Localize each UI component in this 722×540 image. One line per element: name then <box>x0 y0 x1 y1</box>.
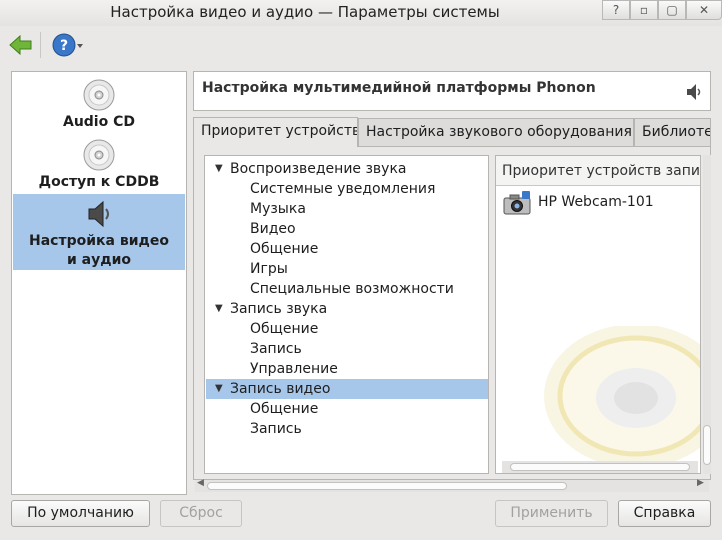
sidebar-item-label-line1: Настройка видео <box>29 233 169 249</box>
expand-arrow-icon[interactable]: ▼ <box>215 159 223 179</box>
tree-item-label: Системные уведомления <box>250 181 436 197</box>
device-priority-list[interactable]: Приоритет устройств записи видео HP Webc… <box>495 155 701 474</box>
help-button[interactable]: Справка <box>618 500 711 527</box>
scrollbar-handle[interactable] <box>703 425 711 465</box>
back-button[interactable] <box>8 32 34 58</box>
toolbar <box>0 26 722 66</box>
tab-label: Настройка звукового оборудования <box>366 124 632 140</box>
content-horizontal-scrollbar[interactable]: ◀ ▶ <box>195 478 709 492</box>
sidebar-item-cddb[interactable]: Доступ к CDDB <box>13 137 185 197</box>
tree-group-label: Запись звука <box>230 301 328 317</box>
minimize-icon: ▫ <box>639 3 649 17</box>
tree-item-label: Общение <box>250 241 319 257</box>
device-list-scrollbar[interactable] <box>502 461 698 473</box>
tree-item[interactable]: Запись <box>206 339 488 359</box>
sidebar-item-label: Доступ к CDDB <box>38 174 160 190</box>
tree-item-label: Музыка <box>250 201 306 217</box>
tab-audio-hardware[interactable]: Настройка звукового оборудования <box>358 118 634 146</box>
sidebar: Audio CD Доступ к CDDB Настройка видео и… <box>11 71 187 495</box>
reset-button[interactable]: Сброс <box>160 500 242 527</box>
help-icon: ? <box>52 33 83 57</box>
tab-backends[interactable]: Библиотеки <box>634 118 711 146</box>
sidebar-item-video-audio[interactable]: Настройка видео и аудио <box>13 194 185 270</box>
svg-text:?: ? <box>60 38 68 54</box>
question-icon: ? <box>612 3 620 17</box>
tree-group-playback[interactable]: ▼ Воспроизведение звука <box>206 159 488 179</box>
tree-item[interactable]: Общение <box>206 239 488 259</box>
tree-item[interactable]: Музыка <box>206 199 488 219</box>
speaker-icon <box>687 84 701 100</box>
tree-item[interactable]: Запись <box>206 419 488 439</box>
webcam-icon <box>503 191 531 215</box>
speaker-icon <box>88 200 109 228</box>
apply-button[interactable]: Применить <box>495 500 608 527</box>
expand-arrow-icon[interactable]: ▼ <box>215 379 223 399</box>
sidebar-item-label-line2: и аудио <box>67 252 131 268</box>
category-tree[interactable]: ▼ Воспроизведение звука Системные уведом… <box>204 155 489 474</box>
tree-item-label: Общение <box>250 321 319 337</box>
device-item[interactable]: HP Webcam-101 <box>500 191 700 217</box>
tree-item-label: Общение <box>250 401 319 417</box>
toolbar-separator <box>40 32 41 58</box>
scrollbar-handle[interactable] <box>510 463 690 471</box>
minimize-button[interactable]: ▫ <box>630 0 658 20</box>
speaker-icon <box>544 326 700 466</box>
sidebar-item-label: Audio CD <box>62 114 135 130</box>
device-list-header: Приоритет устройств записи видео <box>496 156 700 186</box>
tree-item-label: Видео <box>250 221 296 237</box>
sidebar-item-audio-cd[interactable]: Audio CD <box>13 77 185 137</box>
tree-item-label: Специальные возможности <box>250 281 454 297</box>
maximize-button[interactable]: ▢ <box>658 0 686 20</box>
tree-item[interactable]: Общение <box>206 319 488 339</box>
window-title: Настройка видео и аудио — Параметры сист… <box>110 3 500 21</box>
defaults-button[interactable]: По умолчанию <box>11 500 150 527</box>
cd-icon <box>83 79 115 111</box>
help-menu-button[interactable]: ? <box>52 32 86 58</box>
tree-item[interactable]: Управление <box>206 359 488 379</box>
tree-item[interactable]: Специальные возможности <box>206 279 488 299</box>
scrollbar-handle[interactable] <box>207 482 567 490</box>
tree-group-label: Запись видео <box>230 381 331 397</box>
tab-label: Приоритет устройств <box>201 123 358 139</box>
panel-vertical-scrollbar[interactable] <box>703 155 711 474</box>
help-window-button[interactable]: ? <box>602 0 630 20</box>
expand-arrow-icon[interactable]: ▼ <box>215 299 223 319</box>
tab-device-priority[interactable]: Приоритет устройств <box>193 117 358 147</box>
page-title: Настройка мультимедийной платформы Phono… <box>202 80 596 96</box>
tab-label: Библиотеки <box>642 124 710 140</box>
tree-item[interactable]: Системные уведомления <box>206 179 488 199</box>
cd-icon <box>83 139 115 171</box>
maximize-icon: ▢ <box>666 3 678 17</box>
tree-item-label: Запись <box>250 341 302 357</box>
tree-item-label: Запись <box>250 421 302 437</box>
page-header: Настройка мультимедийной платформы Phono… <box>193 71 711 111</box>
tree-item[interactable]: Видео <box>206 219 488 239</box>
scroll-right-icon[interactable]: ▶ <box>697 478 704 488</box>
tree-item[interactable]: Общение <box>206 399 488 419</box>
tree-group-label: Воспроизведение звука <box>230 161 407 177</box>
tree-item-label: Игры <box>250 261 288 277</box>
scroll-left-icon[interactable]: ◀ <box>197 478 204 488</box>
device-name: HP Webcam-101 <box>538 194 654 210</box>
tree-item[interactable]: Игры <box>206 259 488 279</box>
tree-group-video-capture[interactable]: ▼ Запись видео <box>206 379 488 399</box>
tree-item-label: Управление <box>250 361 338 377</box>
tree-group-audio-capture[interactable]: ▼ Запись звука <box>206 299 488 319</box>
close-button[interactable]: ✕ <box>686 0 722 20</box>
close-icon: ✕ <box>698 3 710 17</box>
back-arrow-icon <box>9 34 32 56</box>
